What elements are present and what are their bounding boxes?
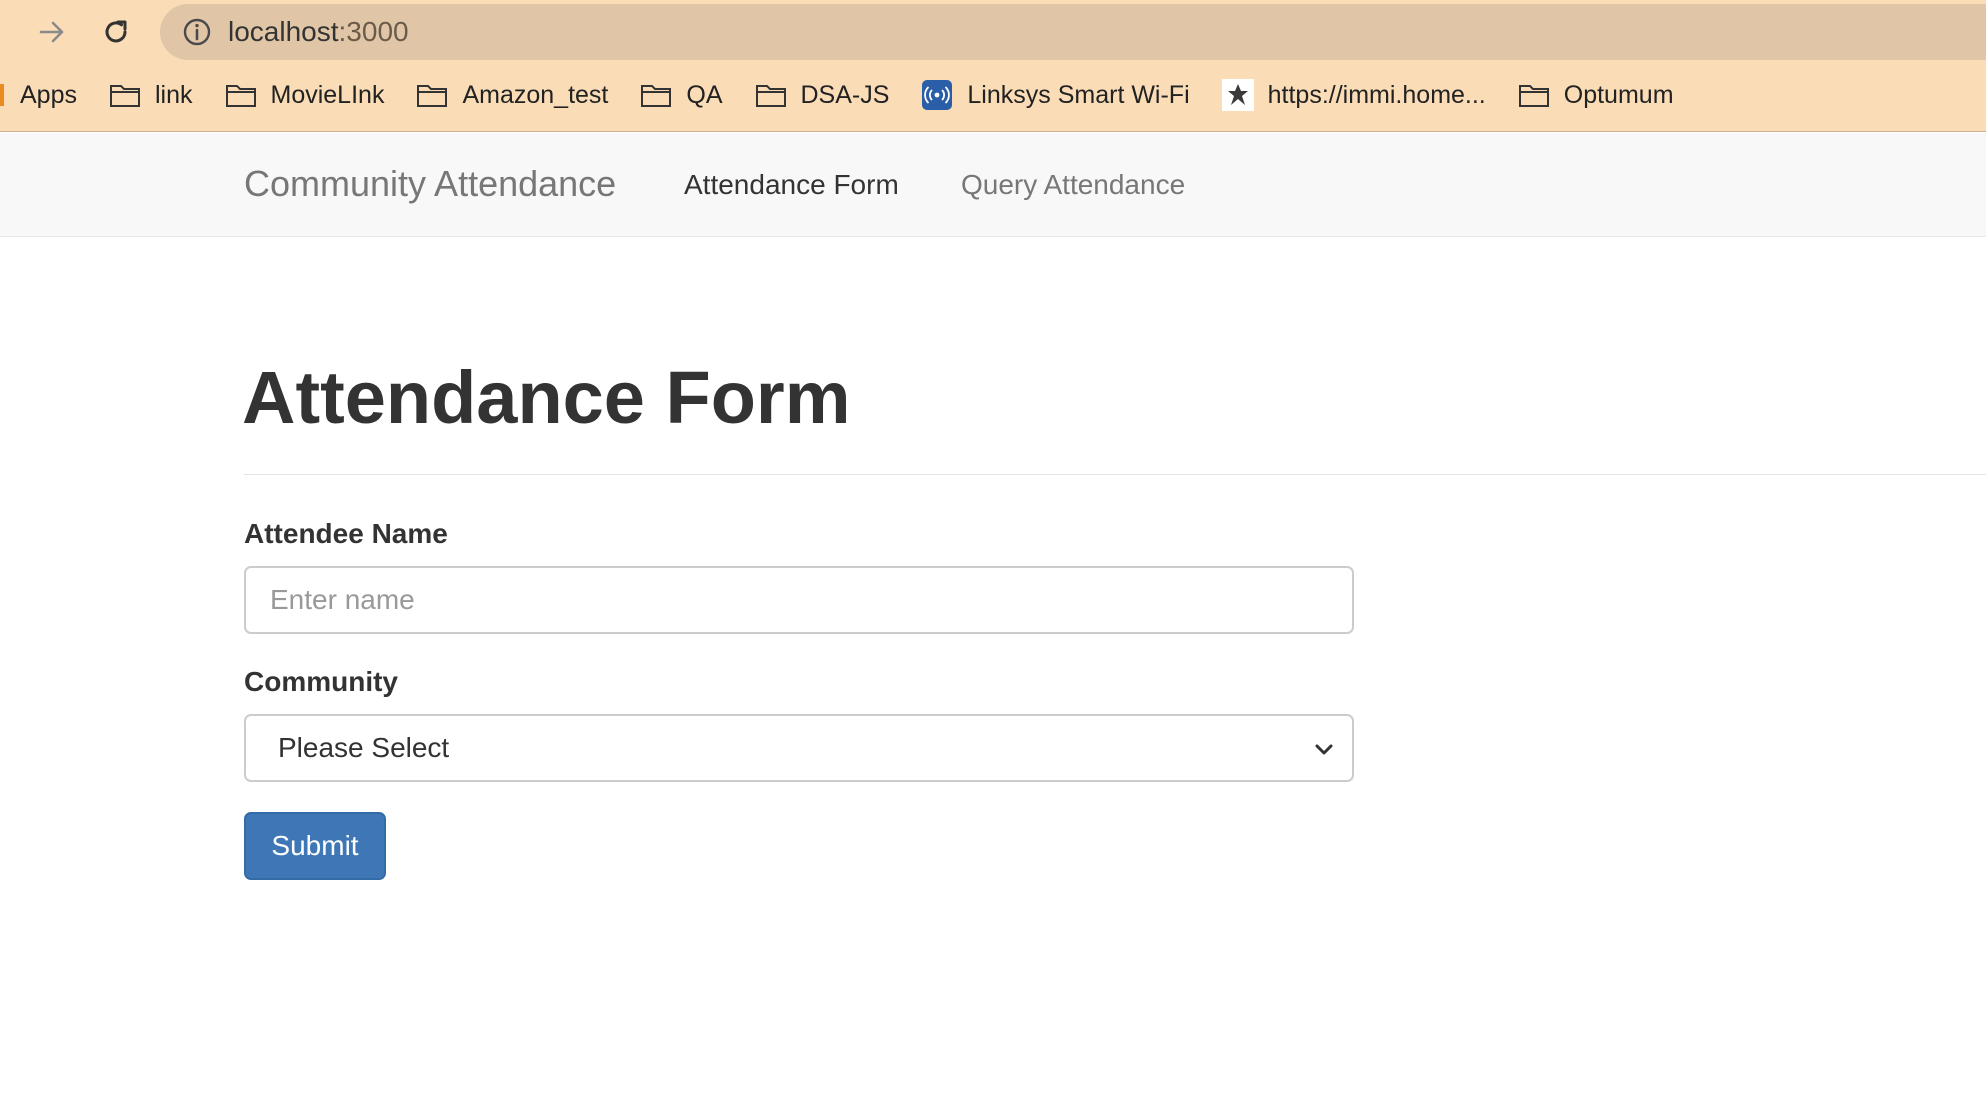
attendee-name-input[interactable] [244, 566, 1354, 634]
bookmark-link[interactable]: link [93, 70, 209, 120]
bookmark-qa[interactable]: QA [624, 70, 738, 120]
arrow-right-icon [39, 21, 64, 43]
navbar-brand[interactable]: Community Attendance [244, 163, 616, 205]
community-select[interactable]: Please Select [244, 714, 1354, 782]
bookmark-movielink[interactable]: MovieLInk [209, 70, 401, 120]
chevron-down-icon [1315, 744, 1333, 755]
bookmark-label: Optumum [1563, 80, 1674, 109]
bookmark-dsa-js[interactable]: DSA-JS [739, 70, 906, 120]
bookmark-linksys[interactable]: Linksys Smart Wi-Fi [905, 70, 1205, 120]
bookmark-label: Amazon_test [462, 80, 609, 109]
reload-icon [105, 20, 127, 43]
bookmark-label: QA [686, 80, 723, 109]
submit-button[interactable]: Submit [244, 812, 386, 880]
community-selected-value: Please Select [278, 732, 450, 763]
nav-link-query-attendance[interactable]: Query Attendance [961, 169, 1185, 201]
folder-icon [755, 82, 787, 108]
folder-icon [640, 82, 672, 108]
address-bar[interactable]: localhost:3000 [160, 4, 1986, 60]
bookmark-label: Apps [20, 80, 77, 109]
url-text: localhost:3000 [228, 16, 409, 48]
bookmark-amazon-test[interactable]: Amazon_test [400, 70, 624, 120]
bookmark-label: https://immi.home... [1267, 80, 1486, 109]
bookmark-immi[interactable]: https://immi.home... [1206, 70, 1502, 120]
bookmark-label: Linksys Smart Wi-Fi [967, 80, 1190, 109]
linksys-icon [921, 79, 953, 111]
url-port: :3000 [338, 16, 409, 47]
info-icon[interactable] [182, 17, 212, 47]
bookmark-label: DSA-JS [800, 80, 890, 109]
bookmark-apps[interactable]: Apps [0, 70, 93, 120]
folder-icon [109, 82, 141, 108]
bookmark-label: link [154, 80, 193, 109]
page-title: Attendance Form [242, 356, 851, 439]
url-host: localhost [228, 16, 339, 47]
browser-toolbar: localhost:3000 Apps link MovieLInk Amazo… [0, 0, 1986, 132]
bookmark-label: MovieLInk [270, 80, 385, 109]
folder-icon [1518, 82, 1550, 108]
community-label: Community [244, 666, 398, 697]
title-divider [244, 474, 1986, 475]
forward-button[interactable] [30, 10, 74, 54]
attendee-name-label: Attendee Name [244, 518, 448, 549]
reload-button[interactable] [94, 10, 138, 54]
bookmark-optumum[interactable]: Optumum [1502, 70, 1690, 120]
app-navbar: Community Attendance Attendance Form Que… [0, 133, 1986, 237]
folder-icon [416, 82, 448, 108]
nav-link-attendance-form[interactable]: Attendance Form [684, 169, 899, 201]
crest-icon [1221, 79, 1254, 111]
folder-icon [225, 82, 257, 108]
bookmarks-bar: Apps link MovieLInk Amazon_test QA DSA-J… [0, 70, 1690, 120]
